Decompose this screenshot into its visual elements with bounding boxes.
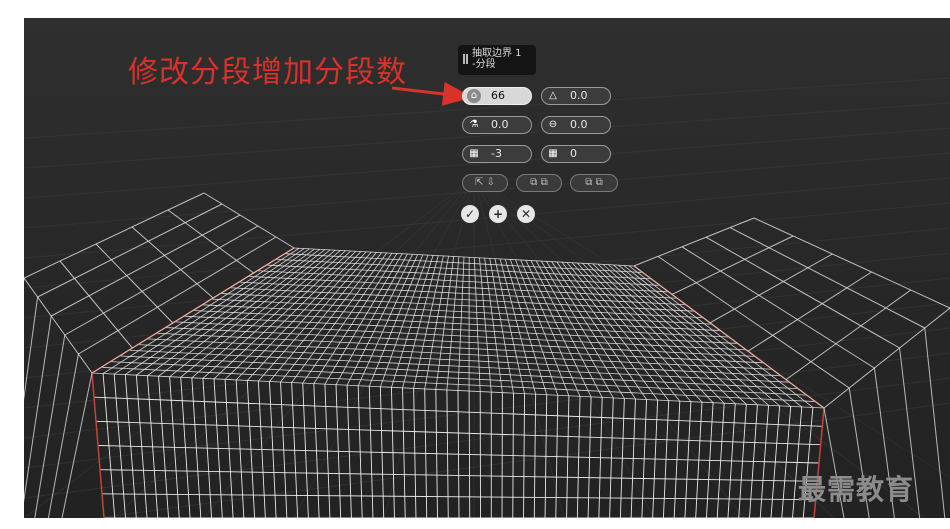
copy-paste-button[interactable]: ⧉ ⧉ [516,174,562,192]
ok-button[interactable]: ✓ [461,205,479,223]
segments-value: 66 [491,89,505,102]
segments-icon: ⌂ [467,89,481,103]
apply-continue-button[interactable]: + [489,205,507,223]
paste-alt-icon: ⧉ [595,177,603,188]
annotation-label: 修改分段增加分段数 [128,55,407,90]
pointer-icon: ⇱ [475,177,484,188]
twist-icon: ⊖ [548,119,558,130]
tension-icon: △ [549,90,557,101]
twist-field[interactable]: ⊖ 0.0 [541,116,611,134]
slide-field[interactable]: ▦ 0 [541,145,611,163]
caddy-title[interactable]: 抽取边界 1 -分段 [458,45,536,75]
twist-value: 0.0 [570,118,588,131]
cancel-button[interactable]: ✕ [517,205,535,223]
copy-icon: ⧉ [530,177,538,188]
bias-field[interactable]: ⚗ 0.0 [462,116,532,134]
pinch-value: -3 [491,147,502,160]
slide-value: 0 [570,147,577,160]
bias-value: 0.0 [491,118,509,131]
segments-field[interactable]: ⌂ 66 [462,87,532,105]
copy-paste-alt-button[interactable]: ⧉ ⧉ [570,174,618,192]
slide-icon: ▦ [548,148,558,159]
selection-tools-button[interactable]: ⇱ ⇩ [462,174,508,192]
drag-handle-icon[interactable] [463,54,468,64]
copy-alt-icon: ⧉ [585,177,593,188]
watermark: 最需教育 [798,473,915,506]
pinch-icon: ▦ [469,148,479,159]
pinch-field[interactable]: ▦ -3 [462,145,532,163]
paste-icon: ⧉ [540,177,548,188]
caddy-title-text: 抽取边界 1 -分段 [472,48,522,70]
tension-value: 0.0 [570,89,588,102]
bias-icon: ⚗ [469,119,479,130]
arrow-down-icon: ⇩ [486,177,495,188]
tension-field[interactable]: △ 0.0 [541,87,611,105]
